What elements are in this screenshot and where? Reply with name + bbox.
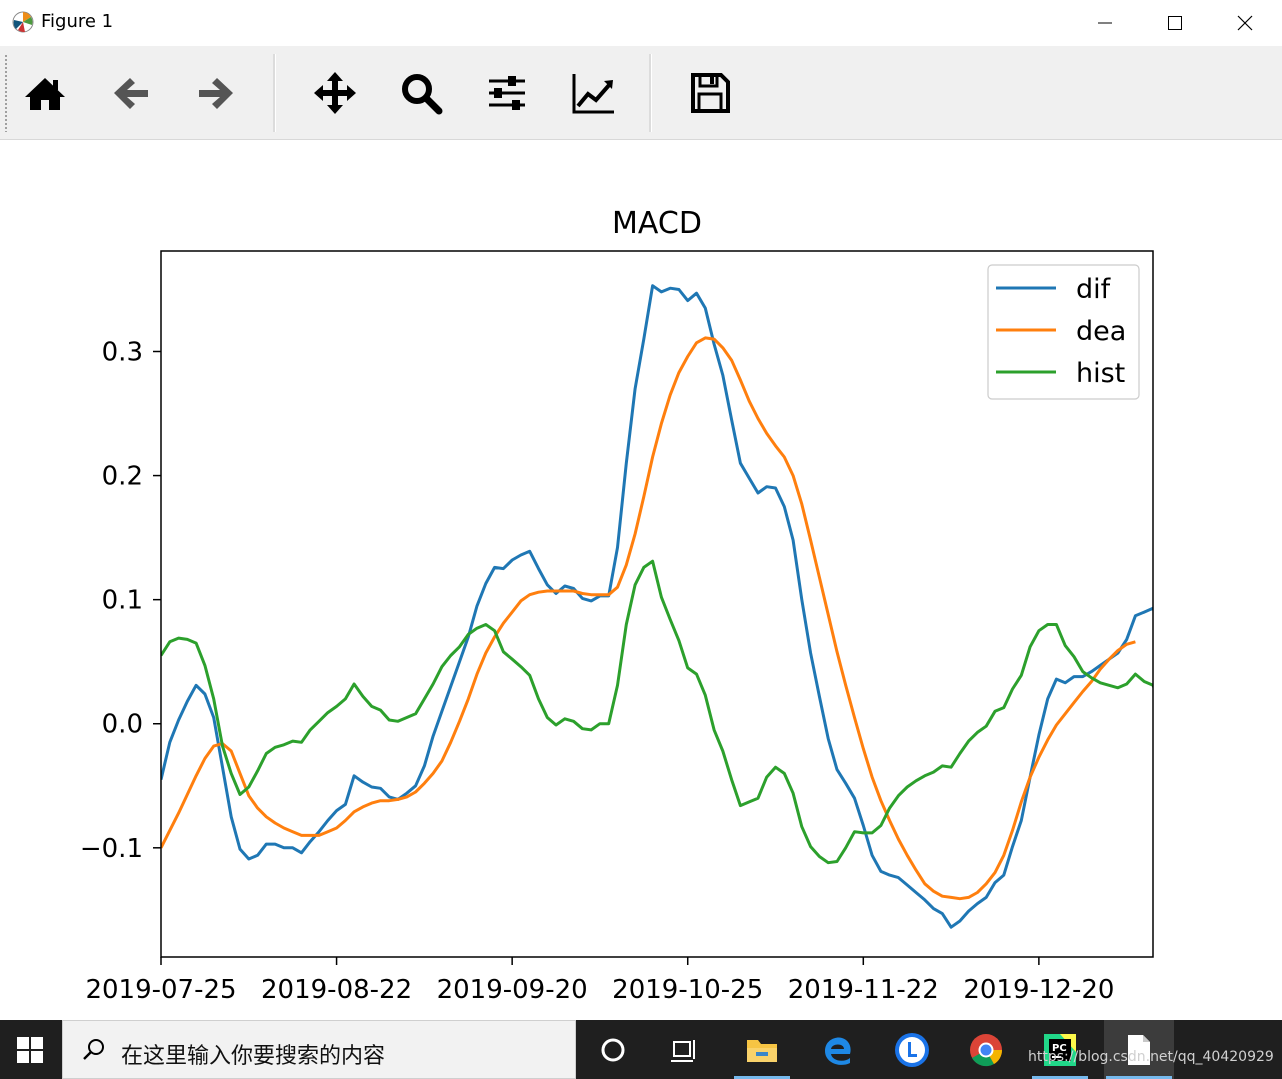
window-title: Figure 1 (41, 11, 114, 32)
series-line-hist (161, 559, 1153, 865)
x-tick-label: 2019-09-20 (437, 975, 588, 1005)
close-button[interactable] (1210, 0, 1280, 46)
cortana-button[interactable] (583, 1020, 643, 1079)
legend-label-dea: dea (1076, 316, 1126, 347)
series-line-dea (161, 336, 1136, 901)
macd-chart[interactable]: MACD 2019-07-25 2019-08-22 2019-09-20 2019-… (0, 140, 1282, 1020)
navigation-toolbar (0, 46, 1282, 140)
forward-arrow-icon (199, 78, 233, 109)
toolbar-separator (649, 54, 652, 132)
search-icon (83, 1039, 104, 1060)
chrome-button[interactable] (956, 1020, 1016, 1079)
x-tick-label: 2019-10-25 (612, 975, 763, 1005)
taskbar: 在这里输入你要搜索的内容 PC https://blog.csdn.net/qq… (0, 1020, 1282, 1079)
x-tick-label: 2019-08-22 (261, 975, 412, 1005)
legend: dif dea hist (987, 264, 1140, 400)
start-button[interactable] (0, 1020, 60, 1079)
subplots-button[interactable] (477, 54, 537, 132)
save-button[interactable] (680, 54, 740, 132)
pan-button[interactable] (305, 54, 365, 132)
x-tick-label: 2019-11-22 (788, 975, 939, 1005)
home-icon (25, 78, 65, 110)
toolbar-grip (4, 54, 8, 132)
chrome-icon (970, 1033, 1003, 1066)
windows-logo-icon (17, 1036, 43, 1063)
back-button[interactable] (101, 54, 161, 132)
toolbar-separator (273, 54, 276, 132)
close-icon (1237, 15, 1253, 31)
x-tick-label: 2019-07-25 (85, 975, 236, 1005)
minimize-button[interactable] (1070, 0, 1140, 46)
home-button[interactable] (15, 54, 75, 132)
maximize-button[interactable] (1140, 0, 1210, 46)
save-icon (691, 73, 730, 113)
zoom-icon (402, 74, 443, 115)
y-axis: −0.1 0.0 0.1 0.2 0.3 (80, 338, 161, 864)
sliders-icon (489, 76, 525, 110)
matplotlib-logo-icon (12, 11, 34, 33)
back-arrow-icon (114, 78, 148, 109)
task-view-button[interactable] (655, 1020, 715, 1079)
task-view-icon (671, 1039, 695, 1062)
chart-title: MACD (612, 206, 702, 241)
edit-axis-button[interactable] (563, 54, 623, 132)
legend-label-hist: hist (1076, 358, 1125, 389)
y-tick-label: 0.3 (102, 338, 143, 368)
folder-icon (747, 1039, 777, 1062)
zoom-button[interactable] (391, 54, 451, 132)
x-axis: 2019-07-25 2019-08-22 2019-09-20 2019-10-25… (85, 957, 1114, 1005)
search-placeholder: 在这里输入你要搜索的内容 (121, 1044, 386, 1069)
y-tick-label: 0.1 (102, 586, 143, 616)
title-bar: Figure 1 (0, 0, 1282, 46)
line-chart-icon (572, 74, 614, 114)
app-l-button[interactable] (882, 1020, 942, 1079)
y-tick-label: −0.1 (80, 834, 143, 864)
pan-icon (314, 72, 356, 114)
cortana-icon (601, 1038, 625, 1061)
edge-icon (825, 1037, 851, 1065)
watermark-text: https://blog.csdn.net/qq_40420929 (1028, 1049, 1274, 1065)
file-explorer-button[interactable] (732, 1020, 792, 1079)
taskbar-search-box[interactable]: 在这里输入你要搜索的内容 (62, 1020, 576, 1079)
maximize-icon (1168, 16, 1182, 30)
edge-browser-button[interactable] (808, 1020, 868, 1079)
y-tick-label: 0.2 (102, 462, 143, 492)
l-app-icon (895, 1032, 929, 1067)
legend-label-dif: dif (1076, 274, 1112, 305)
minimize-icon (1098, 22, 1112, 24)
x-tick-label: 2019-12-20 (963, 975, 1114, 1005)
y-tick-label: 0.0 (102, 710, 143, 740)
forward-button[interactable] (186, 54, 246, 132)
